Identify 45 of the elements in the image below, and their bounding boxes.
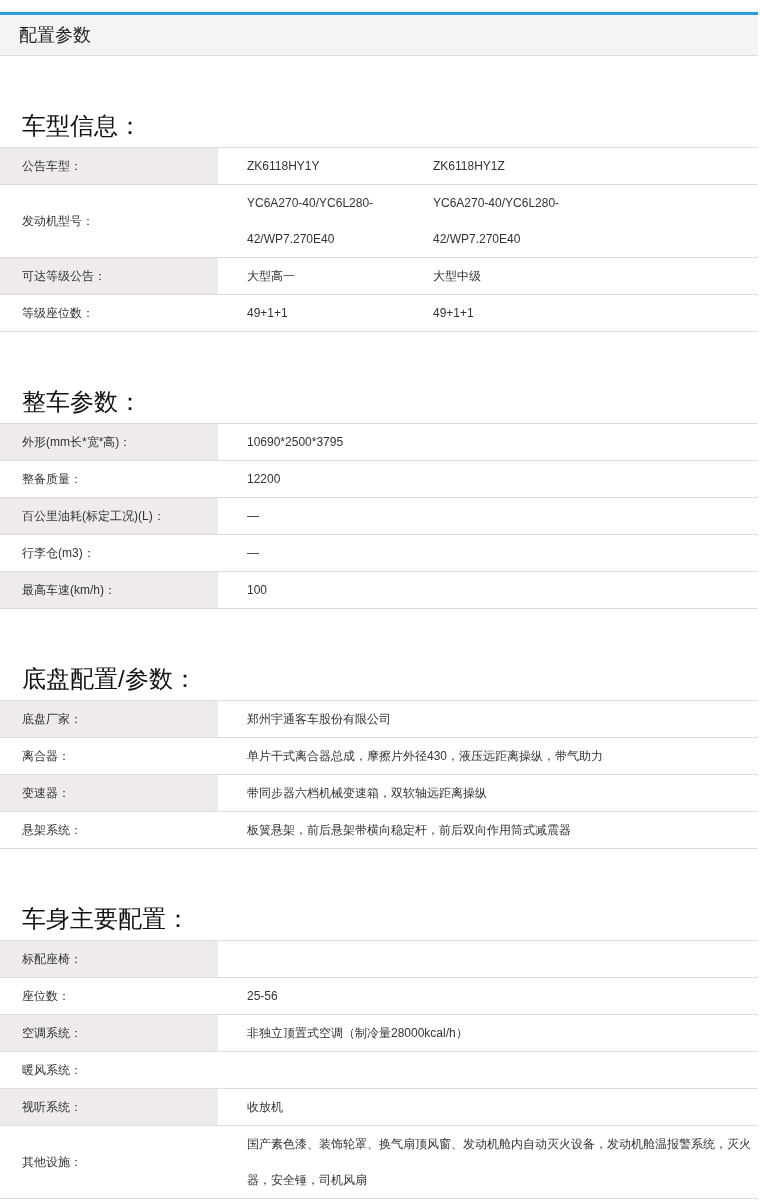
- row-value: YC6A270-40/YC6L280-42/WP7.270E40: [433, 195, 561, 248]
- row-label: 变速器：: [0, 775, 218, 811]
- row-label: 离合器：: [21, 747, 71, 765]
- row-value: 单片干式离合器总成，摩擦片外径430，液压远距离操纵，带气助力: [247, 748, 604, 765]
- row-label: 可达等级公告：: [0, 258, 218, 294]
- row-label: 行李仓(m3)：: [21, 544, 96, 562]
- row-label: 公告车型：: [0, 148, 218, 184]
- row-label: 视听系统：: [0, 1089, 218, 1125]
- row-value: 10690*2500*3795: [247, 434, 344, 451]
- row-value: 49+1+1: [433, 305, 474, 322]
- section-title: 车身主要配置：: [21, 904, 191, 934]
- row-label: 百公里油耗(标定工况)(L)：: [0, 498, 218, 534]
- row-value: 12200: [247, 471, 281, 488]
- row-value: —: [247, 545, 259, 562]
- row-value: 大型高一: [247, 268, 295, 285]
- row-value: ZK6118HY1Z: [433, 158, 505, 175]
- row-value: 大型中级: [433, 268, 481, 285]
- row-label: 标配座椅：: [0, 941, 218, 977]
- row-value: 国产素色漆、装饰轮罩、换气扇顶风窗、发动机舱内自动灭火设备，发动机舱温报警系统，灭火器，安全锤，司机风扇: [247, 1136, 752, 1189]
- row-label: 空调系统：: [0, 1015, 218, 1051]
- section-title: 整车参数：: [21, 387, 143, 417]
- row-value: 100: [247, 582, 268, 599]
- header-title: 配置参数: [19, 24, 91, 47]
- row-label: 外形(mm长*宽*高)：: [0, 424, 218, 460]
- row-value: 板簧悬架，前后悬架带横向稳定杆，前后双向作用筒式减震器: [247, 822, 571, 839]
- row-label: 其他设施：: [21, 1153, 83, 1171]
- row-label: 最高车速(km/h)：: [0, 572, 218, 608]
- row-value: 25-56: [247, 988, 278, 1005]
- row-value: —: [247, 508, 259, 525]
- row-label: 等级座位数：: [21, 304, 95, 322]
- row-value: ZK6118HY1Y: [247, 158, 320, 175]
- row-label: 悬架系统：: [21, 821, 83, 839]
- section-title: 底盘配置/参数：: [21, 664, 198, 694]
- row-value: YC6A270-40/YC6L280-42/WP7.270E40: [247, 195, 375, 248]
- row-label: 整备质量：: [21, 470, 83, 488]
- row-label: 座位数：: [21, 987, 71, 1005]
- row-label: 底盘厂家：: [0, 701, 218, 737]
- row-value: 非独立顶置式空调（制冷量28000kcal/h）: [247, 1025, 468, 1042]
- row-value: 带同步器六档机械变速箱，双软轴远距离操纵: [247, 785, 487, 802]
- row-value: 收放机: [247, 1099, 283, 1116]
- row-label: 暖风系统：: [21, 1061, 83, 1079]
- section-title: 车型信息：: [21, 111, 143, 141]
- row-value: 49+1+1: [247, 305, 288, 322]
- row-label: 发动机型号：: [21, 212, 95, 230]
- row-value: 郑州宇通客车股份有限公司: [247, 711, 391, 728]
